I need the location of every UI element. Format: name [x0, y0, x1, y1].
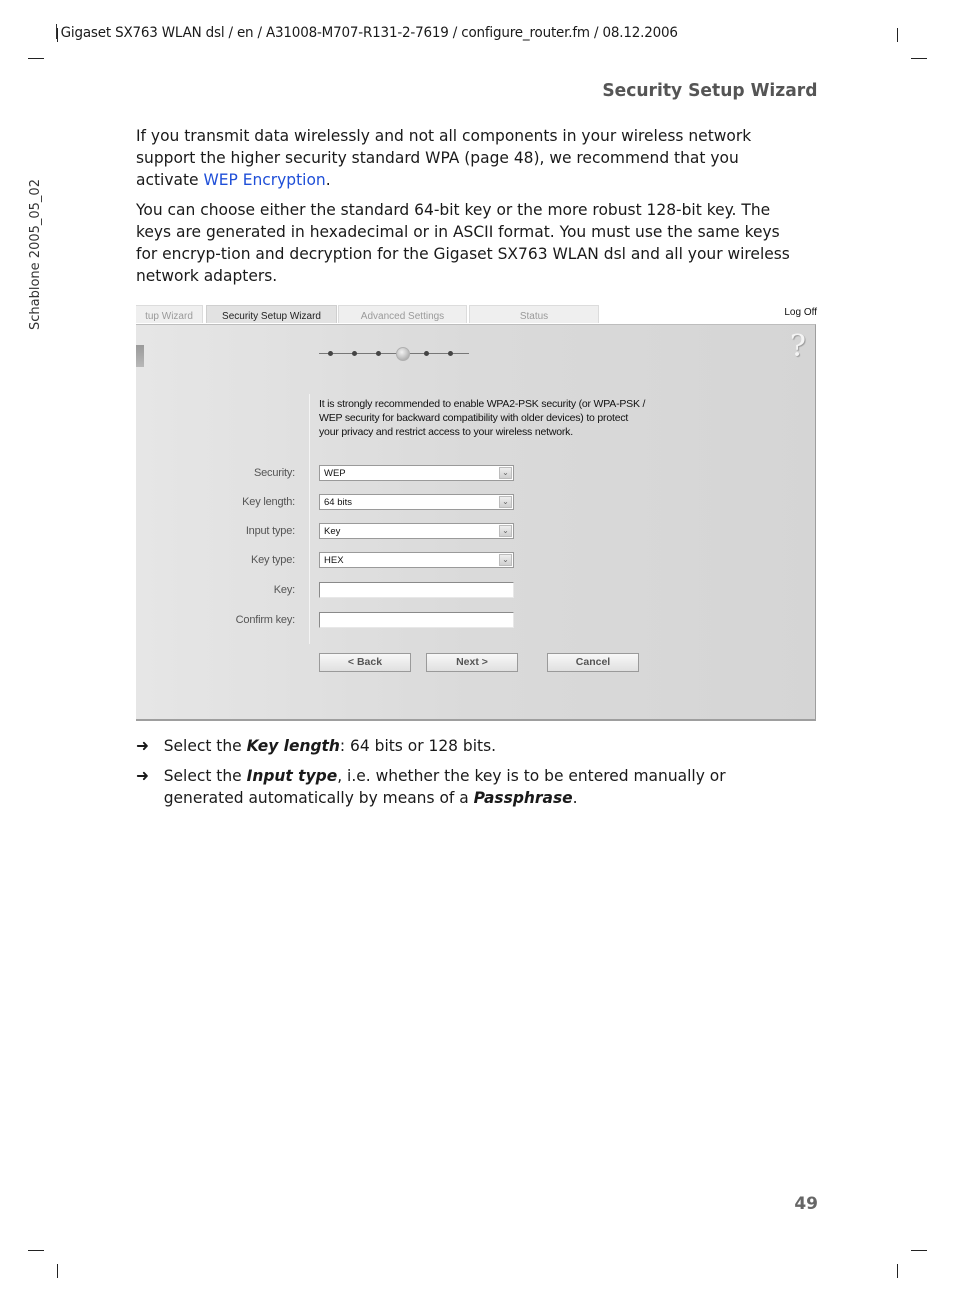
wizard-panel: ? It is strongly recommended to enable W… — [136, 324, 816, 721]
side-handle — [136, 345, 144, 367]
logoff-link[interactable]: Log Off — [784, 307, 817, 318]
step-dot — [328, 351, 333, 356]
select-value: WEP — [324, 468, 346, 479]
header-bar — [56, 24, 57, 39]
key-type-row: Key type: HEX ⌄ — [136, 552, 536, 570]
instruction-emphasis: Input type — [246, 766, 338, 785]
instruction-text: : 64 bits or 128 bits. — [339, 736, 497, 755]
chevron-down-icon[interactable]: ⌄ — [499, 554, 512, 566]
tab-bar: tup Wizard Security Setup Wizard Advance… — [136, 304, 817, 324]
tab-setup-wizard[interactable]: tup Wizard — [136, 305, 203, 323]
step-dot — [376, 351, 381, 356]
key-input[interactable] — [319, 582, 514, 598]
paragraph-end: . — [325, 170, 331, 189]
chevron-down-icon[interactable]: ⌄ — [499, 496, 512, 508]
crop-mark — [28, 1250, 44, 1251]
arrow-right-icon: ➜ — [136, 736, 149, 755]
current-step-indicator — [396, 347, 410, 361]
intro-paragraph: If you transmit data wirelessly and not … — [136, 125, 795, 191]
crop-mark — [57, 1264, 58, 1278]
crop-mark — [911, 1250, 927, 1251]
section-title: Security Setup Wizard — [601, 80, 817, 101]
router-screenshot: tup Wizard Security Setup Wizard Advance… — [136, 304, 817, 722]
key-type-select[interactable]: HEX ⌄ — [319, 552, 514, 568]
crop-mark — [28, 58, 44, 59]
instruction-text: Select the — [163, 766, 247, 785]
wep-encryption-link[interactable]: WEP Encryption — [203, 170, 325, 189]
crop-mark — [897, 1264, 898, 1278]
progress-line — [319, 353, 469, 354]
security-label: Security: — [254, 467, 295, 479]
separator — [309, 394, 310, 644]
tab-status[interactable]: Status — [469, 305, 599, 323]
instruction-text: . — [572, 788, 578, 807]
arrow-right-icon: ➜ — [136, 766, 149, 785]
key-length-row: Key length: 64 bits ⌄ — [136, 494, 536, 512]
key-type-label: Key type: — [250, 554, 295, 566]
back-button[interactable]: < Back — [319, 653, 411, 672]
step-dot — [424, 351, 429, 356]
tab-advanced-settings[interactable]: Advanced Settings — [338, 305, 467, 323]
chevron-down-icon[interactable]: ⌄ — [499, 525, 512, 537]
security-select[interactable]: WEP ⌄ — [319, 465, 514, 481]
crop-mark — [897, 28, 898, 42]
confirm-key-label: Confirm key: — [235, 614, 296, 626]
instruction-emphasis: Key length — [246, 736, 340, 755]
select-value: 64 bits — [324, 497, 352, 508]
confirm-key-row: Confirm key: — [136, 612, 536, 630]
input-type-label: Input type: — [245, 525, 295, 537]
next-button[interactable]: Next > — [426, 653, 518, 672]
help-icon[interactable]: ? — [790, 329, 806, 364]
input-type-select[interactable]: Key ⌄ — [319, 523, 514, 539]
running-header-text: Gigaset SX763 WLAN dsl / en / A31008-M70… — [60, 25, 678, 41]
key-row: Key: — [136, 582, 536, 600]
instruction-text: Select the — [163, 736, 247, 755]
input-type-row: Input type: Key ⌄ — [136, 523, 536, 541]
cancel-button[interactable]: Cancel — [547, 653, 639, 672]
crop-mark — [911, 58, 927, 59]
instruction-list: ➜ Select the Key length: 64 bits or 128 … — [136, 735, 795, 817]
template-label: Schablone 2005_05_02 — [28, 179, 43, 330]
key-label: Key: — [273, 584, 295, 596]
tab-security-setup-wizard[interactable]: Security Setup Wizard — [206, 305, 337, 323]
page-number: 49 — [794, 1194, 818, 1214]
chevron-down-icon[interactable]: ⌄ — [499, 467, 512, 479]
step-dot — [352, 351, 357, 356]
security-row: Security: WEP ⌄ — [136, 465, 536, 483]
select-value: HEX — [324, 555, 344, 566]
key-length-label: Key length: — [242, 496, 295, 508]
step-dot — [448, 351, 453, 356]
instruction-emphasis: Passphrase — [473, 788, 573, 807]
instruction-item: ➜ Select the Key length: 64 bits or 128 … — [136, 735, 795, 757]
wizard-progress — [319, 347, 469, 361]
security-notice: It is strongly recommended to enable WPA… — [319, 398, 646, 438]
confirm-key-input[interactable] — [319, 612, 514, 628]
key-length-select[interactable]: 64 bits ⌄ — [319, 494, 514, 510]
select-value: Key — [324, 526, 341, 537]
key-paragraph: You can choose either the standard 64-bi… — [136, 200, 790, 285]
instruction-item: ➜ Select the Input type, i.e. whether th… — [136, 765, 795, 809]
running-header: Gigaset SX763 WLAN dsl / en / A31008-M70… — [56, 24, 678, 41]
